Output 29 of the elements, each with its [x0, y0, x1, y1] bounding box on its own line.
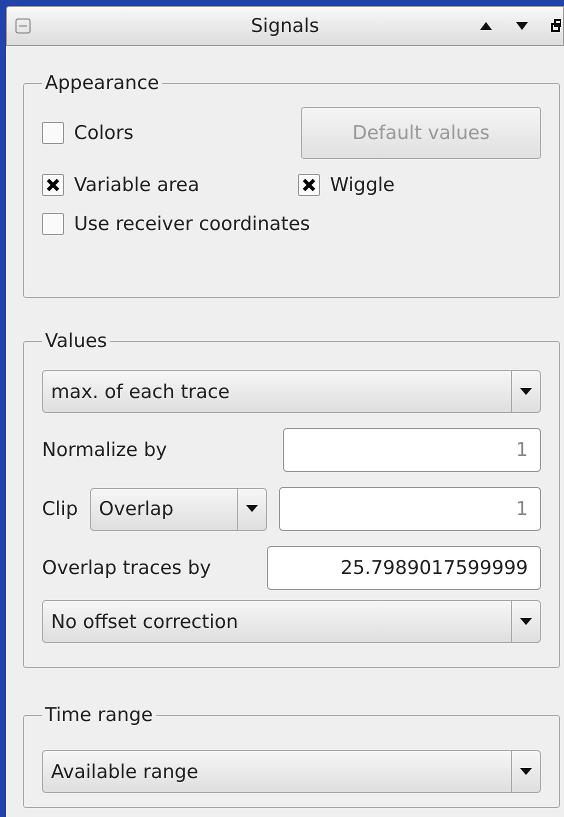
field-label: Overlap traces by [42, 557, 212, 579]
checkbox[interactable] [42, 122, 64, 144]
group-title: Appearance [44, 72, 160, 94]
checkbox[interactable] [42, 174, 64, 196]
checkbox[interactable] [42, 213, 64, 235]
checkbox[interactable] [298, 174, 320, 196]
caret-icon [520, 388, 532, 396]
cross-icon [46, 178, 60, 192]
float-icon[interactable] [551, 18, 561, 34]
field-label: Clip [42, 498, 78, 520]
group-title: Values [44, 330, 108, 352]
dropdown[interactable]: Available range [42, 750, 541, 793]
caret-icon [520, 618, 532, 626]
checkbox-label: Wiggle [330, 174, 395, 196]
checkbox-label: Use receiver coordinates [74, 213, 310, 235]
down-arrow-icon[interactable] [515, 20, 529, 32]
checkbox-label: Colors [74, 122, 134, 144]
cross-icon [302, 178, 316, 192]
window-title: Signals [250, 15, 320, 37]
group-title: Time range [44, 704, 154, 726]
caret-icon [246, 505, 258, 513]
collapse-icon[interactable] [15, 18, 31, 34]
field-label: Normalize by [42, 439, 168, 461]
checkbox-label: Variable area [74, 174, 200, 196]
dropdown[interactable]: max. of each trace [42, 370, 541, 413]
caret-icon [520, 768, 532, 776]
up-arrow-icon[interactable] [479, 20, 493, 32]
dropdown[interactable]: No offset correction [42, 600, 541, 643]
input-field[interactable]: 25.7989017599999 [267, 546, 541, 590]
